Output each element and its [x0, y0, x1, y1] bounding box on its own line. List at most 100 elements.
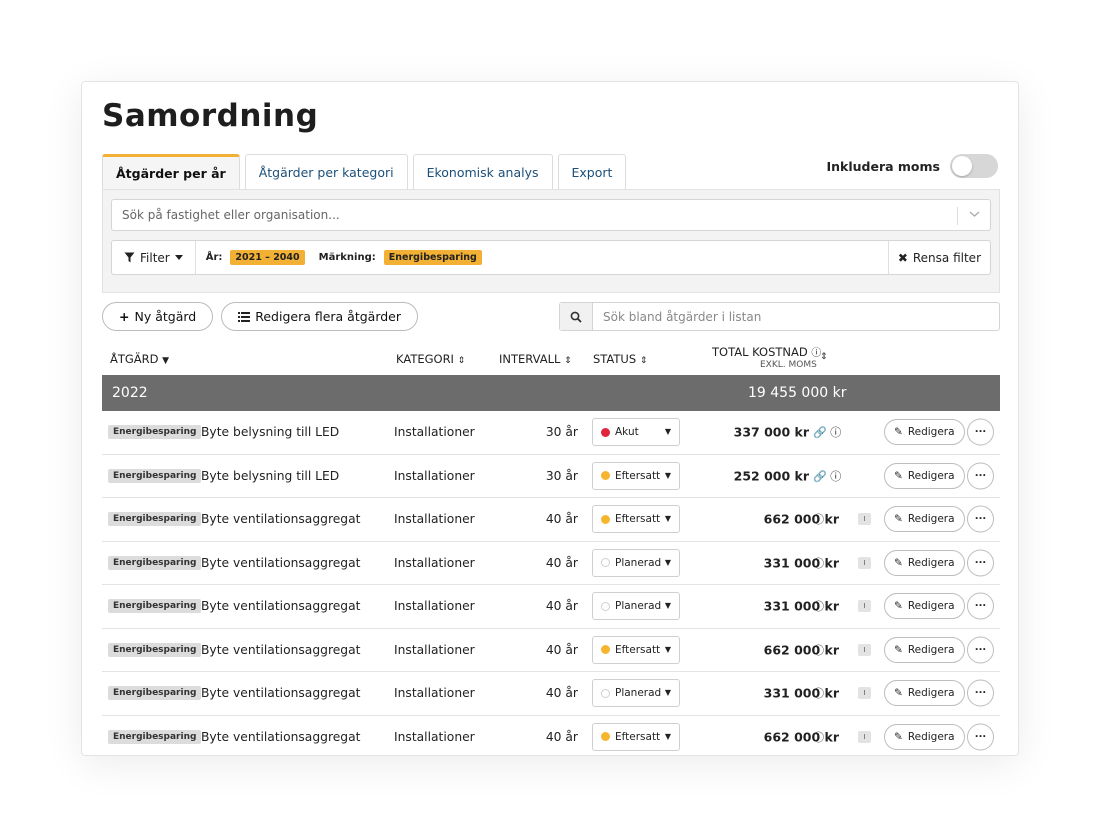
property-search-input[interactable]: Sök på fastighet eller organisation...: [111, 199, 991, 231]
caret-down-icon: ▼: [664, 688, 671, 698]
info-icon[interactable]: ⓘ: [830, 426, 841, 439]
status-select[interactable]: Eftersatt ▼: [592, 461, 680, 490]
status-dot: [601, 645, 610, 655]
close-icon: ✖: [897, 250, 908, 265]
action-name: Byte ventilationsaggregat: [201, 729, 361, 744]
action-interval: 40 år: [545, 555, 578, 570]
edit-button-label: Redigera: [907, 556, 955, 569]
info-icon[interactable]: ⓘ: [813, 687, 824, 700]
column-header-atgard[interactable]: ÅTGÄRD ▼: [110, 352, 169, 366]
table-row: Energibesparing Byte ventilationsaggrega…: [102, 498, 1000, 542]
edit-button[interactable]: ✎ Redigera: [884, 506, 965, 533]
chevron-down-icon[interactable]: [969, 208, 980, 221]
status-select[interactable]: Planerad ▼: [592, 592, 680, 621]
edit-icon: ✎: [894, 426, 903, 439]
edit-button[interactable]: ✎ Redigera: [884, 419, 965, 446]
status-select[interactable]: Eftersatt ▼: [592, 635, 680, 664]
tab-ekonomisk-analys[interactable]: Ekonomisk analys: [412, 154, 553, 190]
note-icon[interactable]: I: [858, 643, 871, 656]
status-select[interactable]: Planerad ▼: [592, 679, 680, 708]
status-select[interactable]: Eftersatt ▼: [592, 722, 680, 751]
note-icon[interactable]: I: [858, 600, 871, 613]
more-options-button[interactable]: ···: [967, 549, 994, 577]
action-interval: 40 år: [545, 729, 578, 744]
cost-icons: ⓘ: [813, 729, 824, 745]
property-search-placeholder: Sök på fastighet eller organisation...: [122, 208, 340, 222]
edit-button[interactable]: ✎ Redigera: [884, 680, 965, 707]
info-icon[interactable]: ⓘ: [813, 513, 824, 526]
column-header-kategori[interactable]: KATEGORI ⇕: [396, 352, 465, 366]
status-select[interactable]: Planerad ▼: [592, 548, 680, 577]
status-dot: [601, 732, 610, 742]
tab-bar: Åtgärder per år Åtgärder per kategori Ek…: [102, 154, 627, 190]
status-label: Eftersatt: [615, 643, 661, 656]
info-icon[interactable]: ⓘ: [830, 470, 841, 483]
column-header-status-label: STATUS: [593, 352, 637, 366]
action-name: Byte ventilationsaggregat: [201, 555, 361, 570]
sort-icon[interactable]: ⇕: [820, 352, 828, 362]
column-header-intervall[interactable]: INTERVALL ⇕: [499, 352, 572, 366]
more-options-button[interactable]: ···: [967, 636, 994, 664]
marking-badge: Energibesparing: [108, 686, 202, 701]
action-category: Installationer: [394, 468, 475, 483]
tab-atgarder-per-kategori[interactable]: Åtgärder per kategori: [244, 154, 408, 190]
column-header-total-label: TOTAL KOSTNAD: [712, 345, 808, 359]
action-buttons: + Ny åtgärd Redigera flera åtgärder: [102, 302, 419, 331]
edit-many-label: Redigera flera åtgärder: [255, 309, 402, 324]
ellipsis-icon: ···: [974, 470, 987, 482]
marking-filter-label: Märkning:: [318, 252, 376, 263]
more-options-button[interactable]: ···: [967, 723, 994, 751]
edit-button[interactable]: ✎ Redigera: [884, 549, 965, 576]
sort-icon: ⇕: [564, 356, 572, 366]
column-header-total[interactable]: TOTAL KOSTNAD ⓘ: [712, 344, 821, 359]
note-icon[interactable]: I: [858, 687, 871, 700]
link-icon[interactable]: 🔗: [813, 470, 827, 483]
ellipsis-icon: ···: [974, 644, 987, 656]
action-interval: 40 år: [545, 642, 578, 657]
column-header-status[interactable]: STATUS ⇕: [593, 352, 647, 366]
cost-icons: 🔗 ⓘ: [813, 468, 841, 484]
edit-button[interactable]: ✎ Redigera: [884, 462, 965, 489]
info-icon[interactable]: ⓘ: [813, 644, 824, 657]
edit-button-label: Redigera: [907, 643, 955, 656]
more-options-button[interactable]: ···: [967, 679, 994, 707]
note-icon[interactable]: I: [858, 556, 871, 569]
status-select[interactable]: Akut ▼: [592, 418, 680, 447]
new-action-button[interactable]: + Ny åtgärd: [102, 302, 214, 331]
info-icon[interactable]: ⓘ: [813, 731, 824, 744]
marking-badge: Energibesparing: [108, 642, 202, 657]
filter-button[interactable]: Filter: [112, 241, 196, 274]
more-options-button[interactable]: ···: [967, 505, 994, 533]
more-options-button[interactable]: ···: [967, 592, 994, 620]
note-icon[interactable]: I: [858, 513, 871, 526]
info-icon[interactable]: ⓘ: [813, 557, 824, 570]
tab-export[interactable]: Export: [557, 154, 627, 190]
status-select[interactable]: Eftersatt ▼: [592, 505, 680, 534]
group-total: 19 455 000 kr: [748, 385, 847, 401]
ellipsis-icon: ···: [974, 426, 987, 438]
tab-atgarder-per-ar[interactable]: Åtgärder per år: [102, 154, 240, 190]
status-dot: [601, 514, 610, 524]
note-icon[interactable]: I: [858, 730, 871, 743]
list-search-input[interactable]: Sök bland åtgärder i listan: [559, 302, 1000, 331]
edit-button[interactable]: ✎ Redigera: [884, 593, 965, 620]
ellipsis-icon: ···: [974, 513, 987, 525]
year-filter-tag[interactable]: 2021 – 2040: [230, 250, 305, 265]
caret-down-icon: ▼: [664, 427, 671, 437]
edit-button[interactable]: ✎ Redigera: [884, 636, 965, 663]
edit-button[interactable]: ✎ Redigera: [884, 723, 965, 750]
marking-filter-tag[interactable]: Energibesparing: [383, 250, 482, 265]
moms-toggle[interactable]: [950, 154, 998, 178]
list-icon: [238, 311, 251, 322]
more-options-button[interactable]: ···: [967, 462, 994, 490]
marking-badge: Energibesparing: [108, 512, 202, 527]
action-interval: 30 år: [545, 468, 578, 483]
link-icon[interactable]: 🔗: [813, 426, 827, 439]
clear-filter-button[interactable]: ✖ Rensa filter: [887, 241, 990, 274]
action-name: Byte ventilationsaggregat: [201, 642, 361, 657]
edit-many-button[interactable]: Redigera flera åtgärder: [221, 302, 419, 331]
more-options-button[interactable]: ···: [967, 418, 994, 446]
status-dot: [601, 601, 610, 611]
action-cost: 252 000 kr: [733, 468, 809, 484]
info-icon[interactable]: ⓘ: [813, 600, 824, 613]
